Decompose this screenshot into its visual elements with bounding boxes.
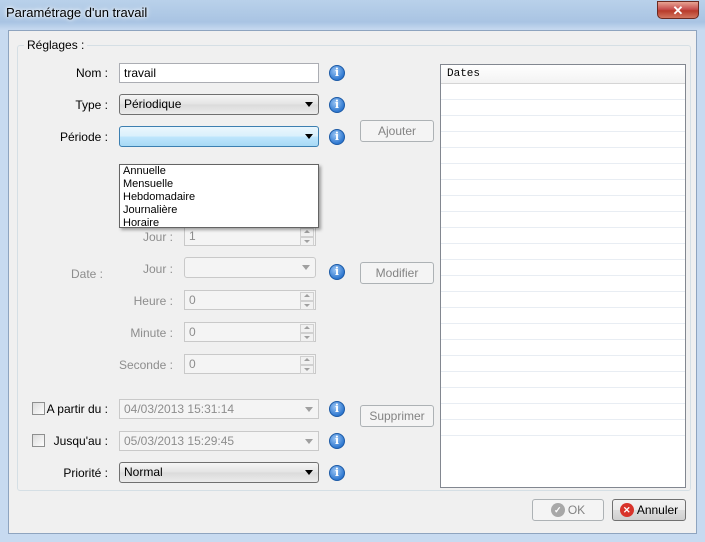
- type-label: Type :: [75, 98, 108, 112]
- periode-option[interactable]: Hebdomadaire: [120, 191, 318, 204]
- list-item[interactable]: [441, 324, 685, 340]
- list-item[interactable]: [441, 164, 685, 180]
- list-item[interactable]: [441, 212, 685, 228]
- jour-combo-label: Jour :: [142, 262, 173, 276]
- priorite-info-icon[interactable]: i: [329, 465, 345, 481]
- list-item[interactable]: [441, 420, 685, 436]
- jour-combo[interactable]: [184, 257, 316, 278]
- jusquau-info-icon[interactable]: i: [329, 433, 345, 449]
- minute-label: Minute :: [130, 326, 173, 340]
- minute-spinner[interactable]: 0: [184, 322, 316, 342]
- periode-dropdown: Annuelle Mensuelle Hebdomadaire Journali…: [119, 164, 319, 230]
- list-item[interactable]: [441, 404, 685, 420]
- jusquau-label: Jusqu'au :: [53, 434, 108, 448]
- close-button[interactable]: ✕: [657, 1, 699, 19]
- date-info-icon[interactable]: i: [329, 264, 345, 280]
- apartir-label: A partir du :: [46, 402, 108, 416]
- jour-spinner-arrows[interactable]: [300, 228, 314, 246]
- calendar-dropdown-icon: [305, 439, 313, 444]
- periode-option[interactable]: Mensuelle: [120, 178, 318, 191]
- annuler-button[interactable]: ✕ Annuler: [612, 499, 686, 521]
- list-item[interactable]: [441, 84, 685, 100]
- priorite-select[interactable]: Normal: [119, 462, 319, 483]
- minute-spinner-arrows[interactable]: [300, 324, 314, 342]
- cancel-icon: ✕: [619, 502, 634, 517]
- dates-list-header[interactable]: Dates: [441, 65, 685, 84]
- periode-info-icon[interactable]: i: [329, 129, 345, 145]
- priorite-select-value: Normal: [124, 465, 163, 479]
- periode-option[interactable]: Annuelle: [120, 165, 318, 178]
- list-item[interactable]: [441, 388, 685, 404]
- chevron-down-icon: [305, 470, 313, 475]
- apartir-datepicker[interactable]: 04/03/2013 15:31:14: [119, 399, 319, 419]
- supprimer-button[interactable]: Supprimer: [360, 405, 434, 427]
- list-item[interactable]: [441, 340, 685, 356]
- settings-group: Réglages : Nom : travail i Type : Périod…: [17, 38, 691, 491]
- check-icon: ✓: [550, 502, 565, 517]
- list-item[interactable]: [441, 308, 685, 324]
- heure-spinner[interactable]: 0: [184, 290, 316, 310]
- apartir-info-icon[interactable]: i: [329, 401, 345, 417]
- list-item[interactable]: [441, 260, 685, 276]
- type-info-icon[interactable]: i: [329, 97, 345, 113]
- ok-label: OK: [567, 503, 586, 517]
- chevron-down-icon: [302, 265, 310, 270]
- apartir-date-value: 04/03/2013 15:31:14: [124, 402, 235, 416]
- type-select-value: Périodique: [124, 97, 182, 111]
- list-item[interactable]: [441, 196, 685, 212]
- settings-legend: Réglages :: [24, 38, 88, 52]
- list-item[interactable]: [441, 132, 685, 148]
- annuler-label: Annuler: [636, 503, 679, 517]
- ajouter-button[interactable]: Ajouter: [360, 120, 434, 142]
- chevron-down-icon: [305, 134, 313, 139]
- list-item[interactable]: [441, 116, 685, 132]
- heure-spinner-arrows[interactable]: [300, 292, 314, 310]
- dialog-client-area: Réglages : Nom : travail i Type : Périod…: [8, 30, 697, 534]
- seconde-spinner[interactable]: 0: [184, 354, 316, 374]
- nom-info-icon[interactable]: i: [329, 65, 345, 81]
- dates-list-body: [441, 84, 685, 436]
- chevron-down-icon: [305, 102, 313, 107]
- heure-label: Heure :: [133, 294, 173, 308]
- title-bar[interactable]: Paramétrage d'un travail ✕: [0, 0, 705, 30]
- dialog-window: Paramétrage d'un travail ✕ Réglages : No…: [0, 0, 705, 542]
- seconde-spinner-value: 0: [189, 357, 196, 371]
- periode-option[interactable]: Journalière: [120, 204, 318, 217]
- window-title: Paramétrage d'un travail: [6, 5, 148, 20]
- list-item[interactable]: [441, 292, 685, 308]
- list-item[interactable]: [441, 372, 685, 388]
- type-select[interactable]: Périodique: [119, 94, 319, 115]
- jusquau-date-value: 05/03/2013 15:29:45: [124, 434, 235, 448]
- list-item[interactable]: [441, 228, 685, 244]
- modifier-button[interactable]: Modifier: [360, 262, 434, 284]
- list-item[interactable]: [441, 244, 685, 260]
- calendar-dropdown-icon: [305, 407, 313, 412]
- seconde-label: Seconde :: [118, 358, 173, 372]
- heure-spinner-value: 0: [189, 293, 196, 307]
- jour-spinner-value: 1: [189, 229, 196, 243]
- periode-option[interactable]: Horaire: [120, 217, 318, 230]
- dates-list[interactable]: Dates: [440, 64, 686, 488]
- jour-label: Jour :: [142, 230, 173, 244]
- list-item[interactable]: [441, 180, 685, 196]
- ok-button[interactable]: ✓ OK: [532, 499, 604, 521]
- nom-input[interactable]: travail: [119, 63, 319, 83]
- list-item[interactable]: [441, 148, 685, 164]
- list-item[interactable]: [441, 100, 685, 116]
- nom-label: Nom :: [75, 66, 108, 80]
- seconde-spinner-arrows[interactable]: [300, 356, 314, 374]
- list-item[interactable]: [441, 276, 685, 292]
- periode-label: Période :: [59, 130, 108, 144]
- list-item[interactable]: [441, 356, 685, 372]
- priorite-label: Priorité :: [63, 466, 108, 480]
- jusquau-datepicker[interactable]: 05/03/2013 15:29:45: [119, 431, 319, 451]
- minute-spinner-value: 0: [189, 325, 196, 339]
- periode-select[interactable]: [119, 126, 319, 147]
